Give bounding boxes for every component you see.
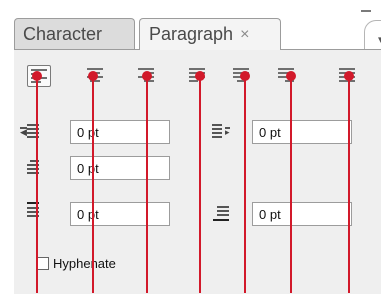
- panel-menu-icon[interactable]: ▾≡: [364, 20, 381, 49]
- first-line-indent-value: 0 pt: [77, 161, 99, 176]
- tab-paragraph[interactable]: Paragraph ×: [139, 18, 281, 50]
- annotation-line: [92, 75, 94, 293]
- annotation-dot: [240, 71, 250, 81]
- annotation-dot: [88, 71, 98, 81]
- hyphenate-label: Hyphenate: [53, 256, 116, 271]
- annotation-line: [146, 75, 148, 293]
- space-before-field[interactable]: 0 pt: [70, 202, 170, 226]
- paragraph-panel: Character Paragraph × ▾≡: [0, 0, 381, 294]
- tab-character-label: Character: [23, 23, 103, 44]
- right-indent-icon: ▸: [212, 123, 234, 139]
- space-after-field[interactable]: 0 pt: [252, 202, 352, 226]
- tab-character[interactable]: Character: [14, 18, 135, 49]
- right-indent-field[interactable]: 0 pt: [252, 120, 352, 144]
- tab-strip: Character Paragraph × ▾≡: [14, 18, 381, 50]
- annotation-dot: [195, 71, 205, 81]
- tab-paragraph-label: Paragraph: [149, 24, 234, 44]
- right-indent-value: 0 pt: [259, 125, 281, 140]
- left-indent-field[interactable]: 0 pt: [70, 120, 170, 144]
- annotation-line: [290, 75, 292, 293]
- annotation-dot: [344, 71, 354, 81]
- left-indent-value: 0 pt: [77, 125, 99, 140]
- close-icon[interactable]: ×: [240, 26, 249, 44]
- space-after-icon: [212, 205, 234, 221]
- annotation-line: [36, 75, 38, 293]
- panel-minimize-control[interactable]: [361, 10, 371, 12]
- annotation-line: [244, 75, 246, 293]
- space-after-value: 0 pt: [259, 207, 281, 222]
- annotation-dot: [142, 71, 152, 81]
- annotation-dot: [32, 71, 42, 81]
- annotation-dot: [286, 71, 296, 81]
- space-before-value: 0 pt: [77, 207, 99, 222]
- annotation-line: [199, 75, 201, 293]
- annotation-line: [348, 75, 350, 293]
- first-line-indent-field[interactable]: 0 pt: [70, 156, 170, 180]
